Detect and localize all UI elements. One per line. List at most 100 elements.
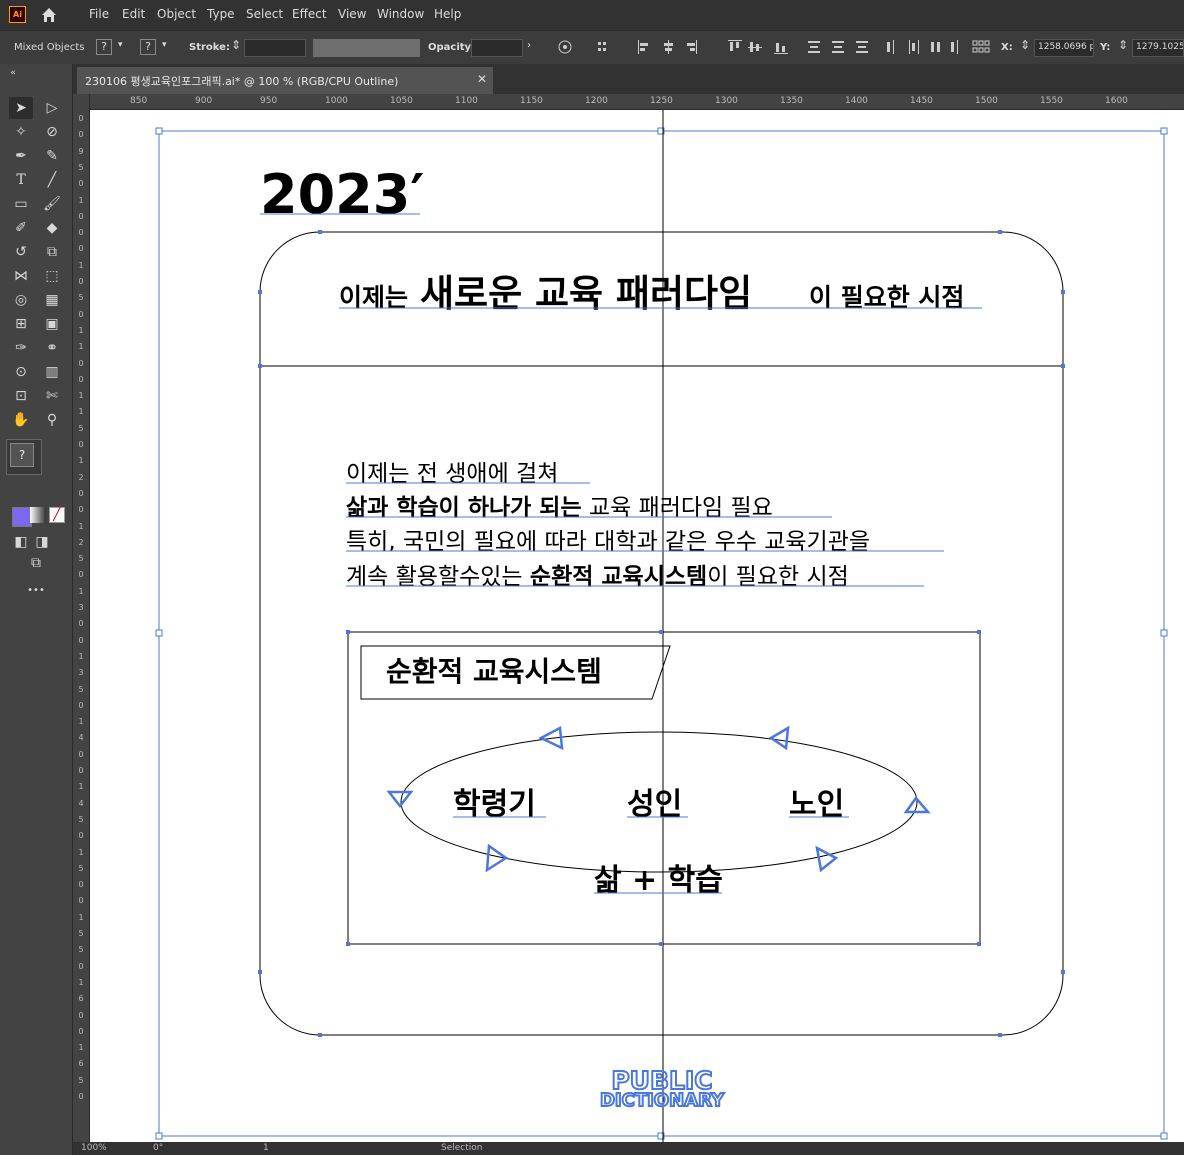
x-stepper-icon[interactable]: ⇕ <box>1020 38 1030 52</box>
magic-wand-tool-icon[interactable]: ✧ <box>9 121 33 143</box>
stroke-swatch[interactable]: ? <box>140 39 156 55</box>
ruler-tick-label: 0 <box>78 277 84 286</box>
ruler-tick-label: 5 <box>78 293 84 303</box>
menu-help[interactable]: Help <box>434 7 461 21</box>
column-graph-tool-icon[interactable]: ▥ <box>40 361 64 383</box>
system-title[interactable]: 순환적 교육시스템 <box>386 655 602 688</box>
perspective-grid-tool-icon[interactable]: ▦ <box>40 289 64 311</box>
fill-stroke-widget[interactable]: ? <box>6 439 42 475</box>
slice-tool-icon[interactable]: ✄ <box>40 385 64 407</box>
pen-tool-icon[interactable]: ✒ <box>9 145 33 167</box>
ruler-tick-label: 850 <box>130 96 148 106</box>
fill-swatch[interactable]: ? <box>96 39 112 55</box>
menu-type[interactable]: Type <box>207 7 235 21</box>
scale-tool-icon[interactable]: ⧉ <box>40 241 64 263</box>
direct-selection-tool-icon[interactable]: ▷ <box>40 97 64 119</box>
color-mode-icon[interactable] <box>12 507 32 527</box>
x-field[interactable]: 1258.0696 p <box>1034 39 1094 57</box>
shaper-tool-icon[interactable]: ✐ <box>9 217 33 239</box>
zoom-level[interactable]: 100% <box>81 1143 107 1153</box>
mesh-tool-icon[interactable]: ⊞ <box>9 313 33 335</box>
ruler-tick-label: 0 <box>78 831 84 841</box>
fill-dropdown-icon[interactable]: ▾ <box>118 40 123 50</box>
profile-dropdown[interactable] <box>403 39 420 57</box>
status-mode: Selection <box>441 1143 483 1153</box>
gradient-mode-icon[interactable] <box>30 507 46 523</box>
ruler-tick-label: 1100 <box>455 96 478 106</box>
align-distribute-icons[interactable] <box>638 40 868 54</box>
close-tab-icon[interactable]: ✕ <box>477 72 487 86</box>
menu-edit[interactable]: Edit <box>122 7 145 21</box>
rotate-tool-icon[interactable]: ↺ <box>9 241 33 263</box>
symbol-sprayer-tool-icon[interactable]: ⊙ <box>9 361 33 383</box>
ruler-tick-label: 0 <box>78 570 84 580</box>
headline[interactable]: 이제는 새로운 교육 패러다임 이 필요한 시점 <box>339 272 964 315</box>
stroke-stepper-icon[interactable]: ⇕ <box>231 38 241 52</box>
y-label: Y: <box>1100 42 1111 53</box>
align-to-icon[interactable] <box>597 40 619 54</box>
reference-point-icon[interactable] <box>972 40 990 54</box>
curvature-tool-icon[interactable]: ✎ <box>40 145 64 167</box>
blend-tool-icon[interactable]: ⚭ <box>40 337 64 359</box>
screen-mode-icon[interactable]: ⧉ <box>24 552 48 574</box>
line-tool-icon[interactable]: ╱ <box>40 169 64 191</box>
ruler-tick-label: 1 <box>78 195 84 205</box>
home-icon[interactable] <box>40 6 58 24</box>
y-stepper-icon[interactable]: ⇕ <box>1118 38 1128 52</box>
more-tools-icon[interactable]: ••• <box>24 580 48 602</box>
variable-width-profile[interactable] <box>313 39 403 57</box>
type-tool-icon[interactable]: T <box>9 169 33 191</box>
paintbrush-tool-icon[interactable]: 🖌 <box>40 193 64 215</box>
ruler-tick-label: 1 <box>78 782 84 792</box>
ruler-tick-label: 3 <box>78 603 84 612</box>
stroke-weight-field[interactable] <box>244 39 306 57</box>
gradient-tool-icon[interactable]: ▣ <box>40 313 64 335</box>
ruler-tick-label: 2 <box>78 537 84 547</box>
document-tab[interactable]: 230106 평생교육인포그래픽.ai* @ 100 % (RGB/CPU Ou… <box>77 67 493 94</box>
vertical-ruler[interactable]: 0095010001050110011501200125013001350140… <box>73 94 90 1142</box>
hand-tool-icon[interactable]: ✋ <box>9 409 33 431</box>
ruler-tick-label: 0 <box>78 766 84 775</box>
draw-behind-icon[interactable]: ◨ <box>30 531 54 553</box>
menu-effect[interactable]: Effect <box>292 7 327 21</box>
menu-object[interactable]: Object <box>157 7 196 21</box>
y-field[interactable]: 1279.1025 p <box>1132 39 1184 57</box>
rectangle-tool-icon[interactable]: ▭ <box>9 193 33 215</box>
shape-builder-tool-icon[interactable]: ◎ <box>9 289 33 311</box>
stroke-dropdown-icon[interactable]: ▾ <box>162 40 167 50</box>
artboard-number[interactable]: 1 <box>263 1143 269 1153</box>
ruler-tick-label: 1 <box>78 977 84 987</box>
artwork-outline[interactable]: 2023′ 이제는 새로운 교육 패러다임 이 필요한 시점 이제는 전 생애에 걸… <box>90 110 1184 1142</box>
logo-word-bottom[interactable]: DICTIONARY <box>599 1089 726 1112</box>
horizontal-ruler[interactable]: 850 900 950 1000 1050 1100 1150 1200 125… <box>90 94 1184 110</box>
eraser-tool-icon[interactable]: ◆ <box>40 217 64 239</box>
menu-view[interactable]: View <box>338 7 366 21</box>
year-heading[interactable]: 2023′ <box>260 163 425 226</box>
width-tool-icon[interactable]: ⋈ <box>9 265 33 287</box>
recolor-icon[interactable] <box>558 40 572 54</box>
artboard-tool-icon[interactable]: ⊡ <box>9 385 33 407</box>
stroke-label: Stroke: <box>189 42 230 53</box>
selection-tool-icon[interactable]: ➤ <box>9 97 33 119</box>
menu-select[interactable]: Select <box>246 7 283 21</box>
cycle-arrow-icon <box>768 725 790 751</box>
ruler-tick-label: 1450 <box>910 96 933 106</box>
menu-file[interactable]: File <box>89 7 109 21</box>
none-mode-icon[interactable]: ╱ <box>49 507 65 523</box>
rotation-value[interactable]: 0° <box>153 1143 163 1153</box>
free-transform-tool-icon[interactable]: ⬚ <box>40 265 64 287</box>
cycle-arrow-icon <box>815 845 839 873</box>
ruler-tick-label: 1 <box>78 325 84 335</box>
distribute-icons[interactable] <box>885 40 965 54</box>
fill-box[interactable]: ? <box>10 443 34 467</box>
ruler-tick-label: 1 <box>78 391 84 401</box>
ruler-tick-label: 1500 <box>975 96 998 106</box>
menu-window[interactable]: Window <box>377 7 424 21</box>
zoom-tool-icon[interactable]: ⚲ <box>40 409 64 431</box>
opacity-arrow-icon[interactable]: › <box>527 40 531 51</box>
opacity-field[interactable] <box>471 39 523 57</box>
collapse-panel-icon[interactable]: « <box>1 62 25 84</box>
artboard-canvas[interactable]: 2023′ 이제는 새로운 교육 패러다임 이 필요한 시점 이제는 전 생애에 걸… <box>90 110 1184 1142</box>
lasso-tool-icon[interactable]: ⊘ <box>40 121 64 143</box>
eyedropper-tool-icon[interactable]: ✑ <box>9 337 33 359</box>
